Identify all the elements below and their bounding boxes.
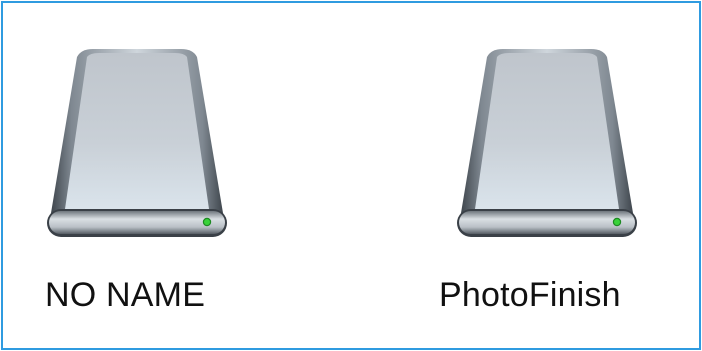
external-drive-icon [47,49,227,237]
drive-item-no-name[interactable]: NO NAME [7,3,267,348]
drive-label: NO NAME [45,276,206,314]
finder-window-frame: NO NAME PhotoFinish [1,1,701,350]
external-drive-icon [457,49,637,237]
drive-item-photofinish[interactable]: PhotoFinish [417,3,677,348]
drive-label: PhotoFinish [439,276,621,314]
